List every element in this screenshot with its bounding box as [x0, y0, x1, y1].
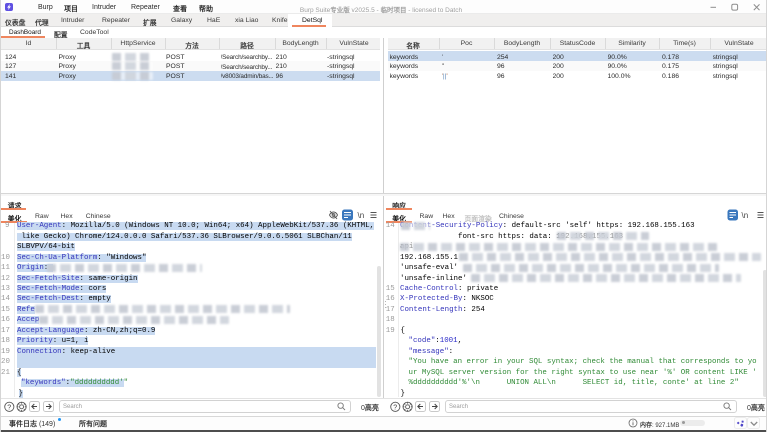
svg-text:?: ? — [7, 404, 11, 411]
svg-text:\n: \n — [358, 211, 365, 220]
svg-text:\n: \n — [742, 211, 749, 220]
svg-text:?: ? — [393, 404, 397, 411]
